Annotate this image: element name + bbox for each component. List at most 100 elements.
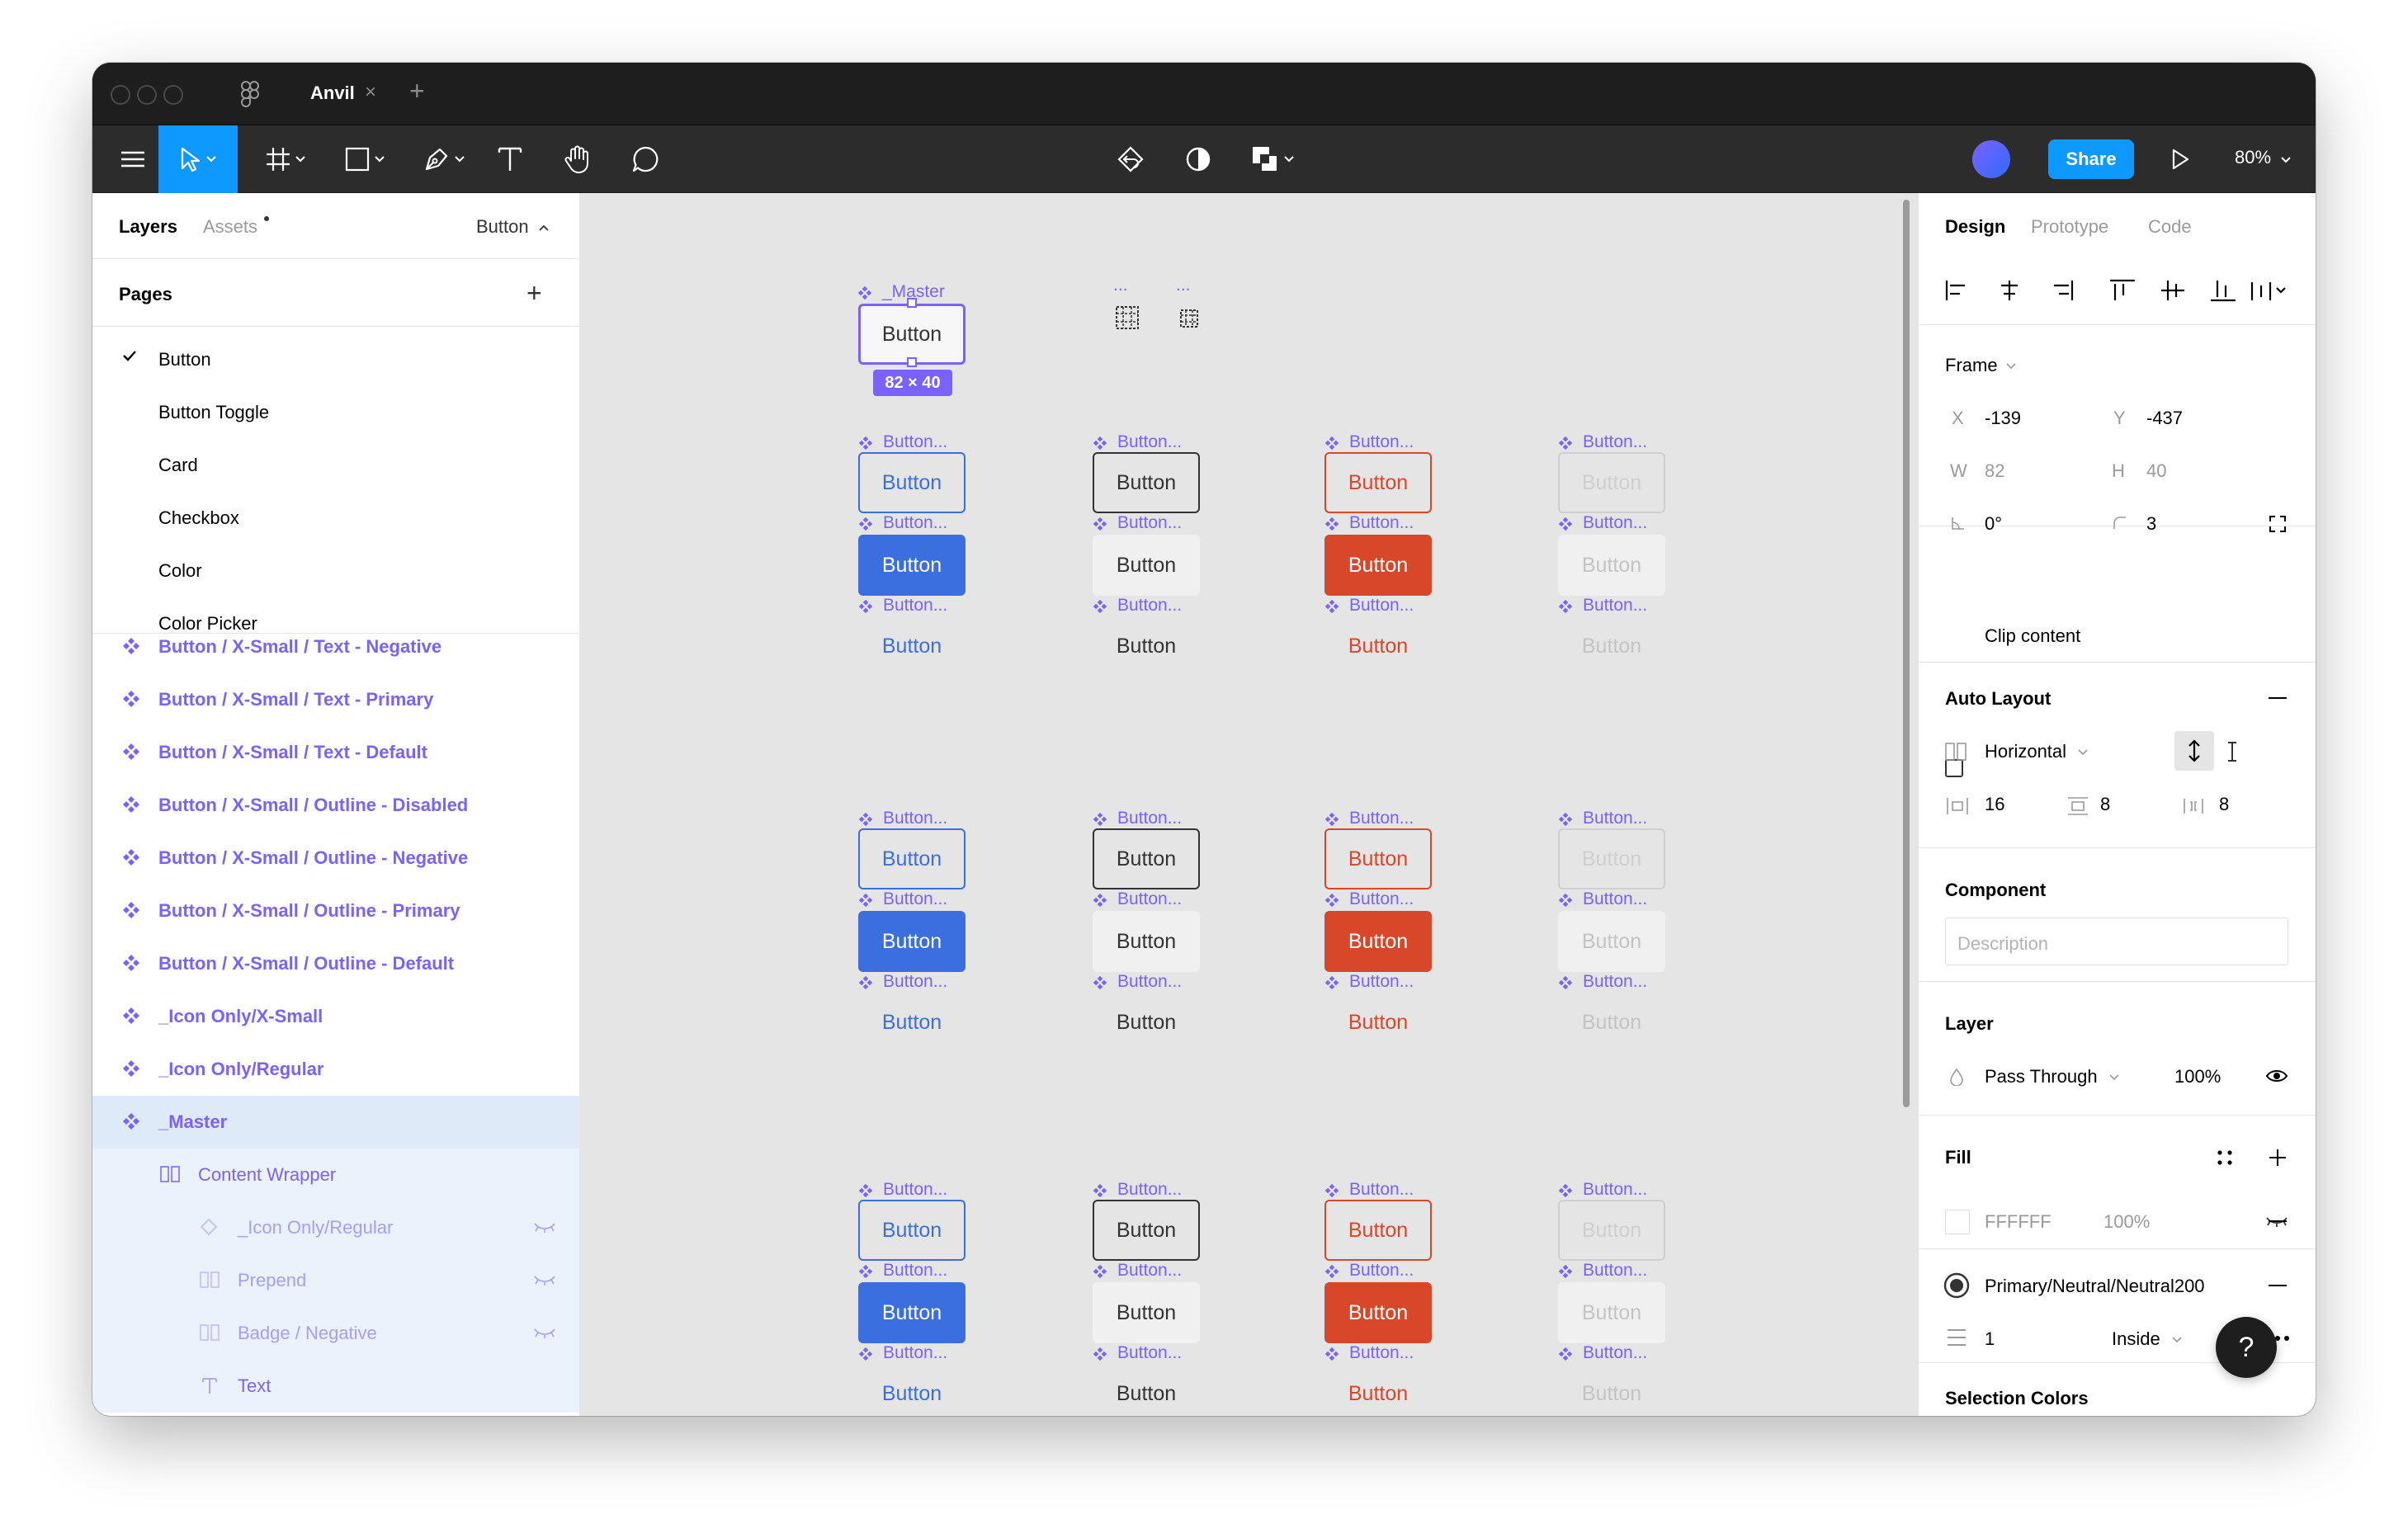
h-input[interactable]: 40 — [2146, 460, 2166, 482]
layer-row[interactable]: Button / X-Small / Outline - Negative — [92, 832, 579, 885]
component-action-button[interactable] — [1106, 125, 1155, 193]
resize-handle[interactable] — [907, 357, 917, 367]
component-label[interactable]: Button... — [858, 1343, 947, 1363]
layer-row[interactable]: _Icon Only/Regular — [92, 1043, 579, 1096]
component-label[interactable]: Button... — [858, 1261, 947, 1281]
component-label[interactable]: Button... — [1093, 889, 1182, 909]
rotation-input[interactable]: 0° — [1985, 513, 2002, 535]
component-label[interactable]: Button... — [1558, 1180, 1647, 1200]
component-label[interactable]: Button... — [1324, 1261, 1414, 1281]
style-grid-icon[interactable] — [2216, 1149, 2234, 1167]
page-item[interactable]: Color — [92, 545, 579, 597]
avatar[interactable] — [1972, 140, 2010, 178]
file-tab-title[interactable]: Anvil — [310, 83, 355, 104]
layer-row[interactable]: Button / X-Small / Text - Primary — [92, 673, 579, 726]
button-variant[interactable]: Button — [858, 452, 966, 513]
frame-label[interactable]: Frame — [1945, 355, 1998, 376]
remove-fill-icon[interactable] — [2269, 1220, 2287, 1223]
component-label[interactable]: Button... — [858, 889, 947, 909]
tab-code[interactable]: Code — [2148, 216, 2192, 238]
layer-row[interactable]: _Icon Only/Regular — [92, 1201, 579, 1254]
new-tab-icon[interactable]: + — [409, 76, 425, 106]
add-fill-icon[interactable] — [2269, 1149, 2287, 1167]
button-variant[interactable]: Button — [1093, 1200, 1200, 1261]
independent-corners-icon[interactable] — [2269, 515, 2287, 533]
component-label[interactable]: Button... — [1324, 596, 1414, 616]
fill-swatch[interactable] — [1945, 1210, 1970, 1234]
pen-tool-button[interactable] — [411, 125, 477, 193]
remove-auto-layout-icon[interactable] — [2269, 696, 2287, 700]
tab-prototype[interactable]: Prototype — [2031, 216, 2108, 238]
button-variant[interactable]: Button — [858, 828, 966, 889]
button-variant[interactable]: Button — [1324, 828, 1432, 889]
close-tab-icon[interactable]: × — [365, 81, 376, 104]
vertical-scrollbar[interactable] — [1903, 200, 1910, 1107]
button-variant[interactable]: Button — [858, 992, 966, 1053]
contrast-button[interactable] — [1173, 125, 1223, 193]
grid-icon[interactable] — [1115, 305, 1140, 330]
zoom-window-button[interactable] — [163, 85, 183, 105]
button-variant[interactable]: Button — [1324, 1282, 1432, 1343]
component-label[interactable]: Button... — [1324, 1343, 1414, 1363]
component-label[interactable]: Button... — [1324, 1180, 1414, 1200]
frame-tool-button[interactable] — [254, 125, 317, 193]
button-variant[interactable]: Button — [858, 1282, 966, 1343]
button-variant[interactable]: Button — [1324, 1200, 1432, 1261]
rectangle-tool-button[interactable] — [333, 125, 396, 193]
move-tool-button[interactable] — [158, 125, 238, 193]
menu-icon[interactable] — [107, 125, 158, 193]
layer-row[interactable]: _Icon Only/X-Small — [92, 990, 579, 1043]
stroke-align-dropdown[interactable]: Inside — [2112, 1328, 2182, 1350]
component-label[interactable]: Button... — [1558, 972, 1647, 992]
align-icons[interactable] — [1945, 277, 2143, 304]
button-variant[interactable]: Button — [1558, 828, 1665, 889]
layer-opacity-input[interactable]: 100% — [2174, 1066, 2221, 1087]
button-variant[interactable]: Button — [1558, 1363, 1665, 1416]
x-input[interactable]: -139 — [1985, 408, 2021, 429]
component-label[interactable]: Button... — [1324, 809, 1414, 828]
page-item[interactable]: Button — [92, 333, 579, 386]
component-label[interactable]: Button... — [1324, 432, 1414, 452]
page-item[interactable]: Card — [92, 439, 579, 492]
button-variant[interactable]: Button — [1093, 911, 1200, 972]
horizontal-padding-input[interactable]: 16 — [1985, 794, 2004, 815]
button-variant[interactable]: Button — [858, 535, 966, 596]
component-label[interactable]: Button... — [1093, 432, 1182, 452]
button-variant[interactable]: Button — [1324, 992, 1432, 1053]
button-variant[interactable]: Button — [1324, 1363, 1432, 1416]
component-label[interactable]: Button... — [1324, 972, 1414, 992]
component-label[interactable]: Button... — [858, 513, 947, 533]
icon-only-label[interactable]: ... — [1176, 276, 1191, 295]
button-variant[interactable]: Button — [1558, 535, 1665, 596]
component-label[interactable]: Button... — [1093, 1261, 1182, 1281]
button-variant[interactable]: Button — [1093, 452, 1200, 513]
button-variant[interactable]: Button — [1093, 535, 1200, 596]
button-variant[interactable]: Button — [1558, 992, 1665, 1053]
eye-icon[interactable] — [2265, 1068, 2288, 1084]
grid-icon[interactable] — [1179, 309, 1199, 328]
component-label[interactable]: Button... — [1324, 889, 1414, 909]
stroke-style-name[interactable]: Primary/Neutral/Neutral200 — [1985, 1276, 2205, 1297]
page-item[interactable]: Checkbox — [92, 492, 579, 545]
component-label[interactable]: Button... — [1093, 513, 1182, 533]
tab-design[interactable]: Design — [1945, 216, 2005, 238]
present-button[interactable] — [2155, 125, 2205, 193]
resize-horizontal-icon[interactable] — [2226, 741, 2239, 762]
page-switcher[interactable]: Button — [476, 216, 549, 238]
layer-row[interactable]: Button / X-Small / Text - Default — [92, 726, 579, 779]
eye-closed-icon[interactable] — [533, 1327, 556, 1338]
component-label[interactable]: Button... — [1558, 596, 1647, 616]
zoom-dropdown[interactable]: 80% — [2235, 147, 2291, 168]
boolean-operations-button[interactable] — [1239, 125, 1306, 193]
tab-layers[interactable]: Layers — [119, 216, 177, 238]
resize-handle[interactable] — [907, 298, 917, 308]
component-label[interactable]: Button... — [858, 1180, 947, 1200]
component-label[interactable]: Button... — [1093, 972, 1182, 992]
button-variant[interactable]: Button — [1093, 1282, 1200, 1343]
layer-row[interactable]: _Master — [92, 1096, 579, 1149]
comment-tool-button[interactable] — [619, 125, 672, 193]
stroke-weight-input[interactable]: 1 — [1985, 1328, 1995, 1350]
component-label[interactable]: Button... — [858, 596, 947, 616]
button-variant[interactable]: Button — [1324, 535, 1432, 596]
button-variant[interactable]: Button — [1093, 992, 1200, 1053]
